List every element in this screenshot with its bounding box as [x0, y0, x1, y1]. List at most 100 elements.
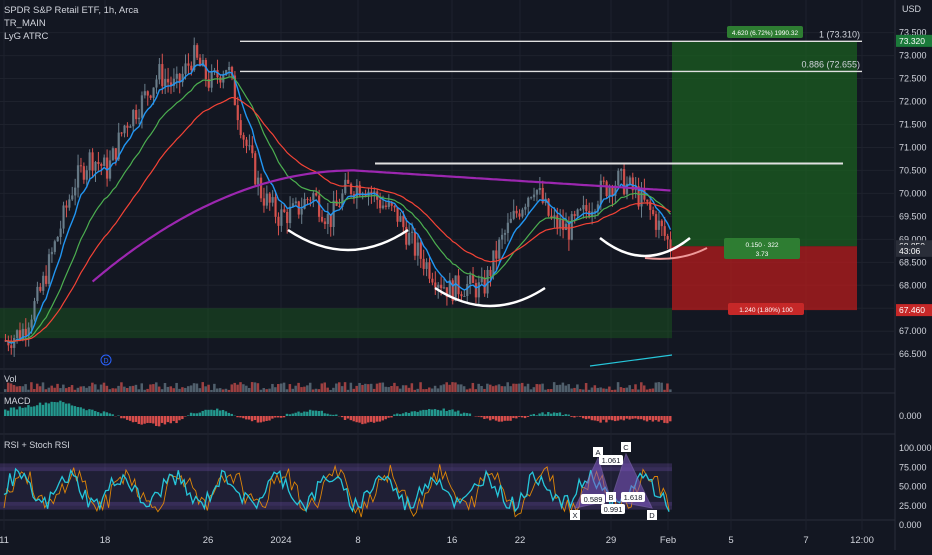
volume-bar	[190, 385, 193, 392]
volume-bar	[489, 385, 492, 392]
macd-histogram-bar	[300, 413, 302, 416]
volume-bar	[361, 385, 364, 392]
volume-bar	[416, 389, 419, 392]
volume-bar	[21, 386, 24, 392]
candle-body	[129, 126, 131, 128]
x-tick-label: 11	[0, 535, 9, 546]
volume-bar	[573, 388, 576, 392]
candle-body	[658, 221, 660, 230]
macd-histogram-bar	[213, 410, 215, 416]
macd-histogram-bar	[71, 405, 73, 416]
macd-histogram-bar	[434, 409, 436, 416]
volume-bar	[303, 387, 306, 392]
candle-body	[428, 262, 430, 279]
macd-histogram-bar	[48, 403, 50, 416]
candle-body	[83, 166, 85, 180]
macd-histogram-bar	[13, 407, 15, 416]
x-tick-label: 8	[355, 535, 360, 546]
macd-histogram-bar	[268, 416, 270, 421]
candle-body	[301, 209, 303, 215]
macd-histogram-bar	[535, 415, 537, 416]
volume-bar	[518, 384, 521, 392]
candle-body	[266, 194, 268, 206]
candle-body	[547, 199, 549, 216]
macd-histogram-bar	[445, 411, 447, 416]
price-tick-label: 68.500	[899, 257, 927, 267]
candle-body	[237, 105, 239, 120]
volume-bar	[193, 383, 196, 392]
indicator-tr-main[interactable]: TR_MAIN	[4, 17, 138, 30]
candle-body	[666, 236, 668, 240]
macd-histogram-bar	[294, 413, 296, 416]
macd-histogram-bar	[527, 416, 529, 417]
candle-body	[629, 177, 631, 183]
volume-bar	[538, 384, 541, 392]
volume-bar	[411, 383, 414, 392]
volume-bar	[614, 390, 617, 392]
macd-histogram-bar	[617, 416, 619, 421]
candle-body	[144, 91, 146, 95]
volume-bar	[271, 384, 274, 392]
macd-histogram-bar	[103, 411, 105, 416]
volume-bar	[268, 389, 271, 392]
macd-histogram-bar	[141, 416, 143, 425]
candle-body	[579, 209, 581, 210]
rsi-pane-title[interactable]: RSI + Stoch RSI	[4, 440, 70, 450]
volume-bar	[286, 389, 289, 392]
volume-bar	[480, 386, 483, 392]
candle-body	[417, 242, 419, 255]
candle-body	[54, 241, 56, 252]
candle-body	[147, 91, 149, 95]
macd-histogram-bar	[538, 414, 540, 416]
macd-histogram-bar	[207, 410, 209, 416]
macd-histogram-bar	[42, 405, 44, 416]
macd-histogram-bar	[457, 411, 459, 416]
volume-bar	[225, 389, 228, 392]
macd-histogram-bar	[123, 416, 125, 418]
candle-body	[382, 206, 384, 209]
volume-bar	[33, 389, 36, 392]
rsi-band	[0, 467, 672, 506]
macd-histogram-bar	[594, 416, 596, 421]
volume-bar	[48, 388, 51, 392]
symbol-title[interactable]: SPDR S&P Retail ETF, 1h, Arca	[4, 4, 138, 17]
macd-histogram-bar	[562, 415, 564, 416]
x-tick-label: 2024	[270, 535, 291, 546]
price-badge: 73.320	[899, 36, 925, 46]
volume-bar	[19, 386, 22, 392]
macd-histogram-bar	[332, 415, 334, 416]
macd-pane-title[interactable]: MACD	[4, 396, 31, 406]
macd-histogram-bar	[414, 411, 416, 416]
indicator-lyg-atrc[interactable]: LyG ATRC	[4, 30, 138, 43]
macd-histogram-bar	[620, 416, 622, 420]
volume-bar	[62, 385, 65, 392]
chart-svg[interactable]: 11182620248162229Feb5712:0073.50073.0007…	[0, 0, 932, 550]
candle-body	[30, 320, 32, 328]
candle-body	[443, 287, 445, 288]
harmonic-d-label: D	[649, 511, 655, 520]
candle-body	[115, 148, 117, 159]
macd-histogram-bar	[283, 416, 285, 417]
volume-bar	[161, 389, 164, 392]
candle-body	[190, 66, 192, 70]
candle-body	[379, 200, 381, 208]
volume-bar	[216, 388, 219, 392]
candle-body	[472, 275, 474, 283]
candle-body	[510, 219, 512, 223]
macd-histogram-bar	[663, 416, 665, 423]
volume-bar	[129, 386, 132, 392]
volume-bar	[498, 384, 501, 392]
macd-histogram-bar	[498, 416, 500, 422]
macd-histogram-bar	[547, 412, 549, 416]
volume-bar	[608, 387, 611, 392]
volume-bar	[85, 388, 88, 392]
macd-histogram-bar	[132, 416, 134, 422]
macd-histogram-bar	[94, 411, 96, 416]
volume-bar	[80, 386, 83, 392]
volume-bar	[326, 388, 329, 392]
volume-bar	[251, 382, 254, 392]
volume-pane-title[interactable]: Vol	[4, 374, 17, 384]
volume-bar	[262, 388, 265, 392]
macd-histogram-bar	[422, 410, 424, 416]
volume-bar	[382, 383, 385, 392]
